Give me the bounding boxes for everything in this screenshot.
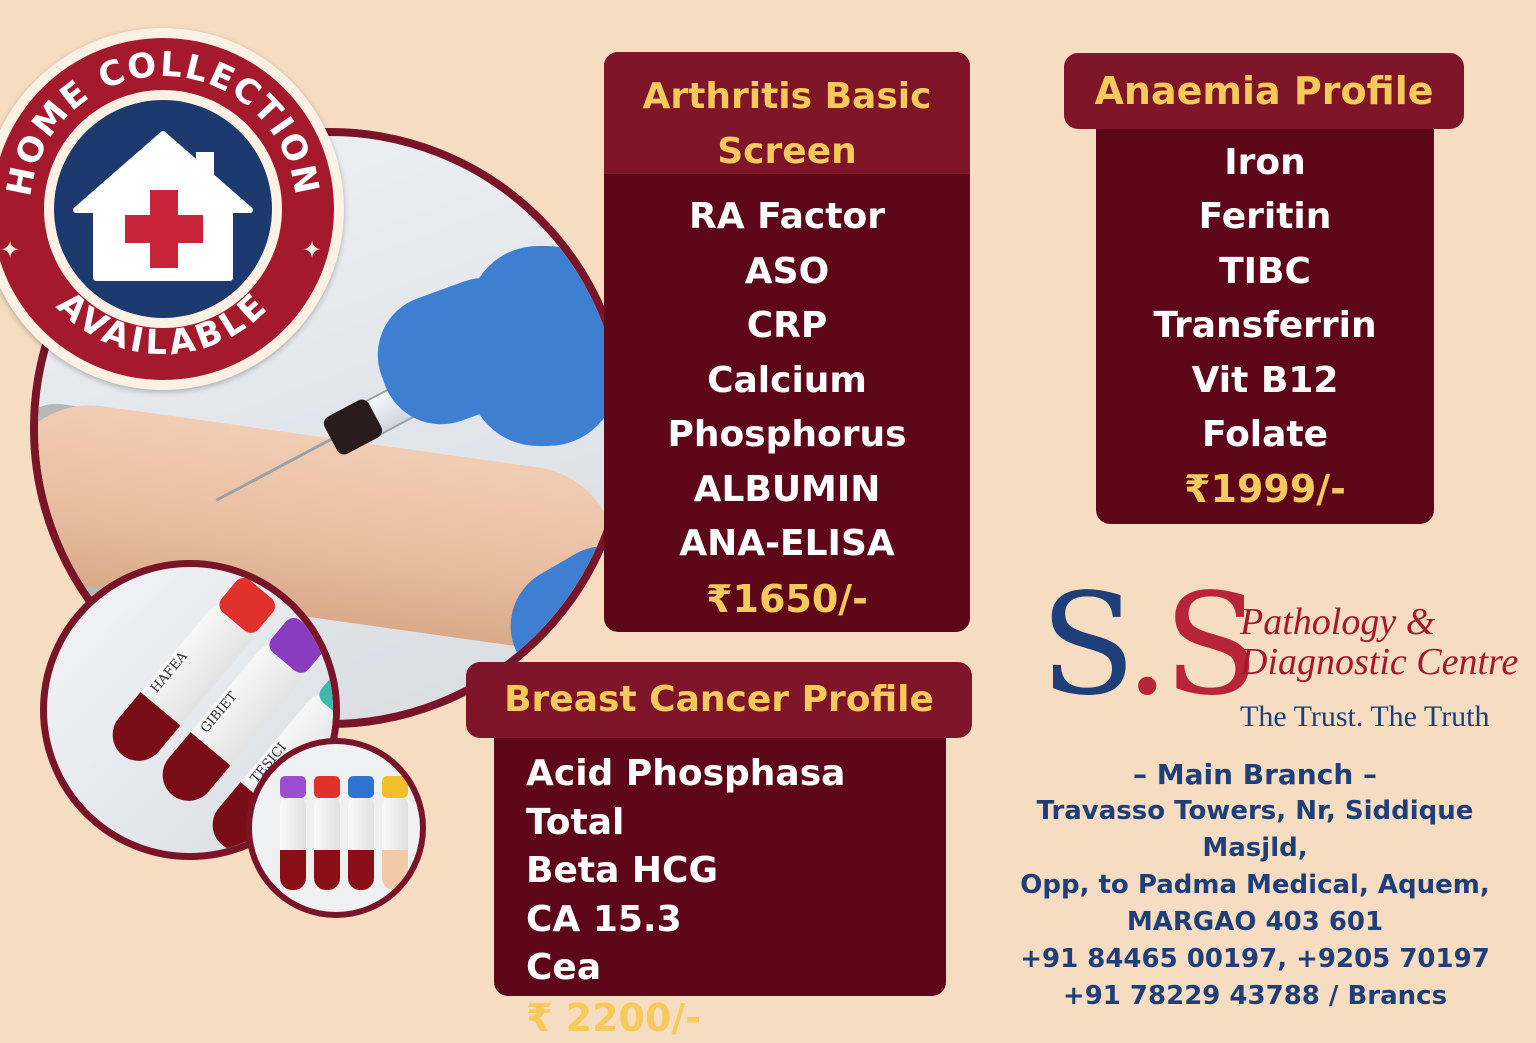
test-item: Cea	[526, 947, 602, 988]
phone-line: +91 84465 00197, +9205 70197	[1020, 944, 1490, 974]
test-item: Feritin	[1198, 196, 1332, 238]
test-item: TIBC	[1219, 250, 1311, 292]
anaemia-title: Anaemia Profile	[1064, 53, 1464, 129]
test-item: ASO	[744, 250, 830, 292]
test-item: Transferrin	[1153, 305, 1377, 347]
house-medical-icon	[73, 131, 253, 281]
logo-letter: S	[1040, 564, 1131, 727]
test-item: Iron	[1224, 142, 1306, 183]
svg-text:AVAILABLE: AVAILABLE	[49, 284, 277, 364]
test-item: Beta HCG	[526, 850, 718, 891]
mini-tube	[348, 776, 374, 890]
badge-bottom-text: AVAILABLE	[49, 284, 273, 364]
home-collection-badge: HOME COLLECTION AVAILABLE ✦ ✦	[0, 28, 344, 390]
breast-cancer-title: Breast Cancer Profile	[466, 662, 972, 738]
arthritis-price: ₹1650/-	[706, 576, 868, 621]
arthritis-title-line1: Arthritis Basic	[642, 76, 932, 117]
mini-tube	[382, 776, 408, 890]
test-item: Folate	[1201, 414, 1329, 456]
anaemia-price: ₹1999/-	[1184, 467, 1346, 512]
test-item: CRP	[746, 305, 828, 346]
brand-name: Pathology & Diagnostic Centre	[1240, 602, 1518, 682]
mini-tube	[280, 776, 306, 890]
arthritis-panel: Arthritis Basic Screen RA Factor ASO CRP…	[604, 52, 970, 632]
branch-address: – Main Branch – Travasso Towers, Nr, Sid…	[990, 756, 1520, 1015]
mini-tube	[314, 776, 340, 890]
arthritis-title-line2: Screen	[717, 130, 857, 172]
gloved-hand-upper	[468, 246, 618, 446]
test-item: Vit B12	[1191, 359, 1339, 401]
arthritis-title: Arthritis Basic Screen	[604, 52, 970, 174]
test-item: ANA-ELISA	[679, 523, 895, 564]
test-item: ALBUMIN	[693, 468, 881, 510]
test-item: Phosphorus	[667, 414, 907, 455]
anaemia-test-list: Iron Feritin TIBC Transferrin Vit B12 Fo…	[1096, 92, 1434, 516]
logo-dot: .	[1124, 564, 1169, 727]
address-line: Travasso Towers, Nr, Siddique Masjld,	[1036, 796, 1474, 863]
brand-name-line2: Diagnostic Centre	[1240, 641, 1519, 683]
tube-rack-photo	[246, 738, 426, 918]
test-item: Calcium	[707, 359, 867, 401]
brand-tagline: The Trust. The Truth	[1240, 700, 1490, 733]
breast-test-list: Acid Phosphasa Total Beta HCG CA 15.3 Ce…	[494, 712, 946, 1043]
star-icon: ✦	[302, 236, 323, 264]
branch-heading: – Main Branch –	[1132, 758, 1378, 791]
star-icon: ✦	[0, 236, 21, 264]
test-item: Acid Phosphasa Total	[526, 753, 846, 843]
test-item: CA 15.3	[526, 898, 682, 940]
phone-line: +91 78229 43788 / Brancs	[1062, 981, 1448, 1011]
address-line: MARGAO 403 601	[1126, 907, 1384, 937]
anaemia-panel: Iron Feritin TIBC Transferrin Vit B12 Fo…	[1096, 92, 1434, 524]
brand-logo: S.S	[1040, 576, 1259, 716]
test-item: RA Factor	[689, 196, 885, 237]
breast-cancer-panel: Acid Phosphasa Total Beta HCG CA 15.3 Ce…	[494, 712, 946, 1040]
address-line: Opp, to Padma Medical, Aquem,	[1020, 870, 1490, 900]
arthritis-test-list: RA Factor ASO CRP Calcium Phosphorus ALB…	[604, 174, 970, 626]
brand-name-line1: Pathology &	[1240, 601, 1436, 643]
breast-price: ₹ 2200/-	[526, 995, 702, 1040]
